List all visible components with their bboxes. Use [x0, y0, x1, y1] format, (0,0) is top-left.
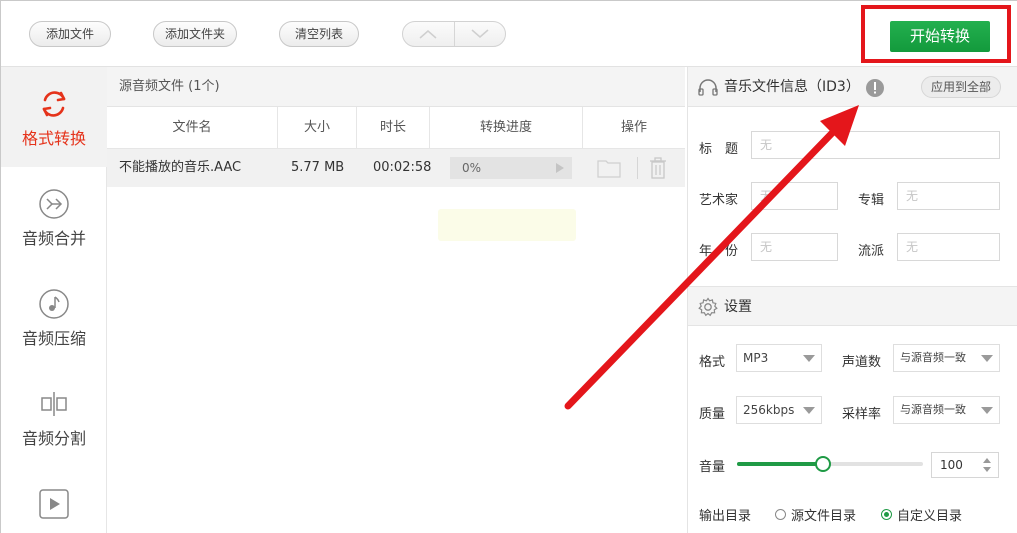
file-name: 不能播放的音乐.AAC [119, 160, 242, 175]
channels-select[interactable]: 与源音频一致 [893, 344, 1000, 372]
source-files-header: 源音频文件 (1个) [107, 67, 685, 107]
divider [637, 157, 638, 179]
year-input[interactable]: 无 [751, 233, 838, 261]
radio-on-icon [881, 509, 892, 520]
quality-value: 256kbps [743, 403, 795, 417]
title-label: 标 题 [699, 142, 739, 157]
trash-icon[interactable] [648, 156, 668, 180]
clear-list-button[interactable]: 清空列表 [279, 21, 359, 47]
output-source-radio[interactable]: 源文件目录 [775, 505, 856, 524]
sidebar-item-audio-compress[interactable]: 音频压缩 [1, 267, 107, 367]
output-dir-label: 输出目录 [699, 509, 752, 524]
chevron-down-icon [803, 355, 815, 362]
sidebar-item-label: 格式转换 [21, 129, 86, 148]
info-icon[interactable] [865, 78, 885, 98]
artist-label: 艺术家 [699, 193, 739, 208]
column-header[interactable]: 文件名 [107, 107, 278, 149]
play-icon [39, 489, 69, 519]
play-icon[interactable] [556, 163, 564, 173]
volume-slider[interactable] [737, 456, 923, 472]
music-note-icon [39, 289, 69, 319]
sidebar-item-label: 音频合并 [21, 229, 86, 248]
settings-title: 设置 [724, 299, 752, 315]
volume-knob[interactable] [814, 456, 831, 472]
channels-label: 声道数 [842, 355, 882, 370]
headphones-icon [698, 79, 718, 96]
faded-hint [438, 209, 576, 241]
year-label: 年 份 [699, 244, 739, 259]
column-header[interactable]: 大小 [278, 107, 357, 149]
refresh-icon [42, 91, 66, 117]
add-file-button[interactable]: 添加文件 [29, 21, 111, 47]
samplerate-label: 采样率 [842, 407, 882, 422]
chevron-down-icon [981, 407, 993, 414]
start-convert-button[interactable]: 开始转换 [890, 21, 990, 52]
album-label: 专辑 [858, 193, 885, 208]
chevron-up-icon [419, 30, 437, 39]
sidebar-item-format-convert[interactable]: 格式转换 [1, 67, 107, 167]
chevron-down-icon [803, 407, 815, 414]
column-header[interactable]: 操作 [583, 107, 685, 149]
sidebar-item-label: 音频压缩 [21, 329, 86, 348]
move-buttons [402, 21, 506, 47]
album-input[interactable]: 无 [897, 182, 1000, 210]
toolbar: 添加文件 添加文件夹 清空列表 开始转换 [1, 1, 1017, 67]
volume-value: 100 [940, 458, 963, 472]
file-duration: 00:02:58 [373, 160, 432, 175]
column-header[interactable]: 时长 [357, 107, 430, 149]
stepper-arrows-icon[interactable] [982, 457, 992, 473]
genre-input[interactable]: 无 [897, 233, 1000, 261]
chevron-down-icon [981, 355, 993, 362]
artist-input[interactable]: 无 [751, 182, 838, 210]
id3-header: 音乐文件信息（ID3） 应用到全部 [688, 67, 1017, 107]
merge-icon [39, 189, 69, 219]
chevron-down-icon [471, 29, 489, 38]
sidebar-item-label: 音频分割 [21, 429, 86, 448]
settings-header: 设置 [688, 286, 1017, 326]
samplerate-select[interactable]: 与源音频一致 [893, 396, 1000, 424]
radio-off-icon [775, 509, 786, 520]
file-table-header: 文件名 大小 时长 转换进度 操作 [107, 107, 685, 149]
output-custom-radio[interactable]: 自定义目录 [881, 505, 962, 524]
title-input[interactable]: 无 [751, 131, 1000, 159]
samplerate-value: 与源音频一致 [900, 403, 966, 416]
file-size: 5.77 MB [291, 160, 345, 175]
sidebar-item-video[interactable] [1, 467, 107, 533]
progress-text: 0% [462, 161, 482, 175]
genre-label: 流派 [858, 244, 885, 259]
quality-select[interactable]: 256kbps [736, 396, 822, 424]
format-label: 格式 [699, 355, 726, 370]
id3-title: 音乐文件信息（ID3） [724, 79, 860, 95]
gear-icon [698, 297, 718, 317]
apply-all-button[interactable]: 应用到全部 [921, 76, 1001, 98]
converter-window: 添加文件 添加文件夹 清空列表 开始转换 格式转换 音频合并 音频压缩 音频分割… [0, 0, 1017, 533]
output-custom-label: 自定义目录 [897, 509, 963, 524]
quality-label: 质量 [699, 407, 726, 422]
split-icon [41, 392, 67, 416]
properties-panel: 音乐文件信息（ID3） 应用到全部 标 题 无 艺术家 无 专辑 无 年 份 无… [687, 67, 1017, 533]
add-folder-button[interactable]: 添加文件夹 [153, 21, 237, 47]
move-down-button[interactable] [453, 22, 506, 46]
channels-value: 与源音频一致 [900, 351, 966, 364]
volume-fill [737, 462, 823, 466]
format-value: MP3 [743, 351, 769, 365]
folder-icon[interactable] [597, 158, 621, 178]
sidebar-item-audio-split[interactable]: 音频分割 [1, 367, 107, 467]
progress-bar: 0% [450, 157, 572, 179]
output-source-label: 源文件目录 [791, 509, 857, 524]
volume-label: 音量 [699, 460, 726, 475]
sidebar: 格式转换 音频合并 音频压缩 音频分割 [1, 67, 107, 533]
format-select[interactable]: MP3 [736, 344, 822, 372]
volume-stepper[interactable]: 100 [931, 452, 999, 478]
column-header[interactable]: 转换进度 [430, 107, 583, 149]
move-up-button[interactable] [403, 22, 454, 46]
table-row[interactable]: 不能播放的音乐.AAC 5.77 MB 00:02:58 0% [107, 149, 685, 187]
sidebar-item-audio-merge[interactable]: 音频合并 [1, 167, 107, 267]
